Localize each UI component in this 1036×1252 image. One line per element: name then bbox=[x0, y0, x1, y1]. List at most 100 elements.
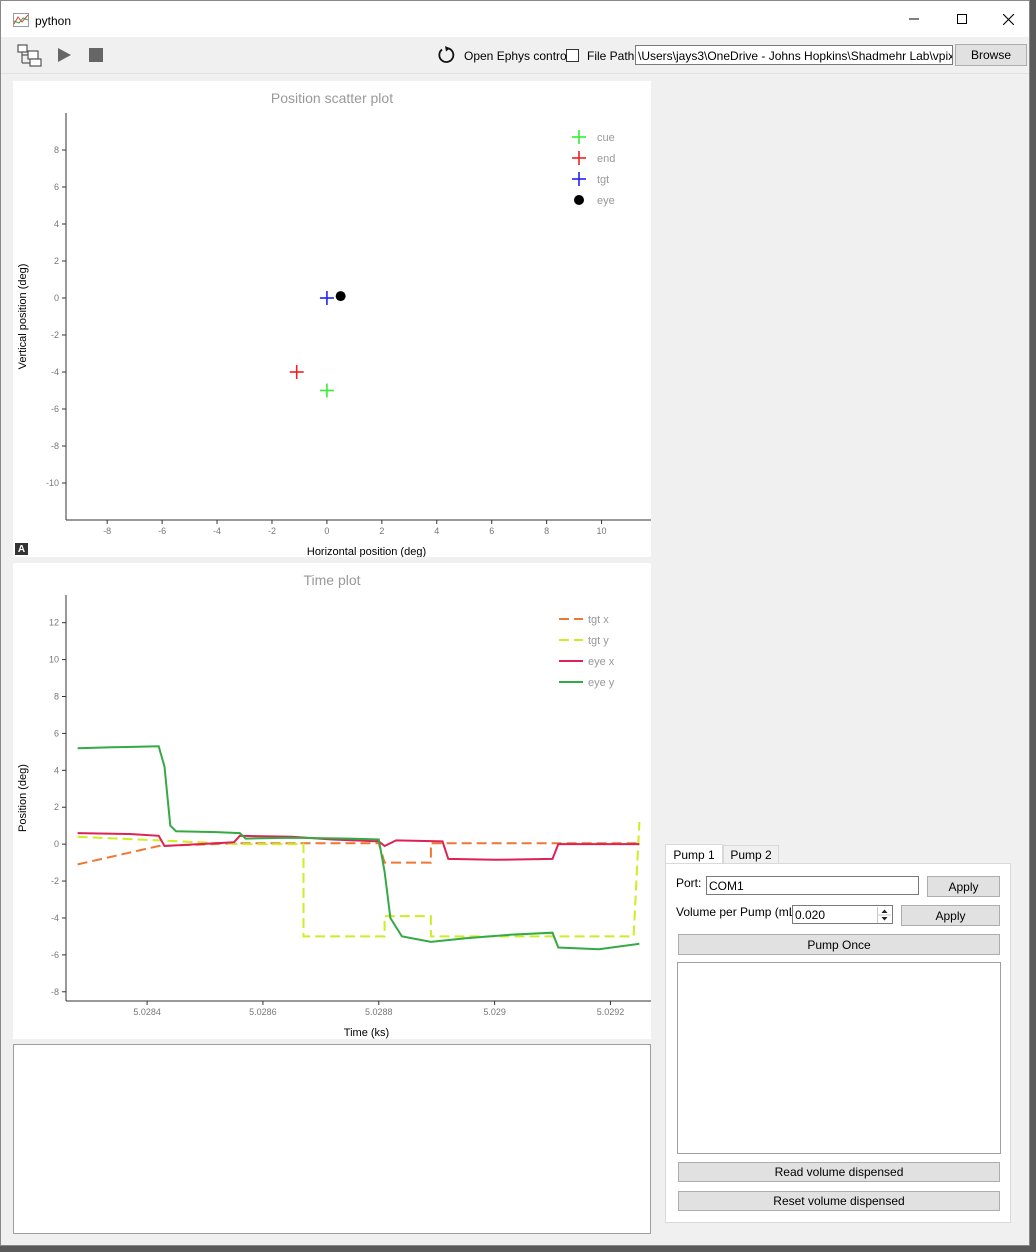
legend-label-tgt-x: tgt x bbox=[588, 614, 609, 626]
auto-range-button[interactable]: A bbox=[15, 543, 28, 555]
legend-label-end: end bbox=[597, 153, 615, 165]
spin-up-down-icon bbox=[878, 909, 891, 921]
minimize-button[interactable] bbox=[891, 1, 937, 37]
play-button[interactable] bbox=[51, 41, 77, 69]
time-plot[interactable]: Time plot 5.0284 5.0286 5.0288 5.029 5.0292 12… bbox=[13, 563, 651, 1039]
y-axis-label: Vertical position (deg) bbox=[17, 264, 29, 370]
close-icon bbox=[1002, 13, 1014, 25]
x-tick-label: 6 bbox=[489, 526, 494, 536]
read-volume-button[interactable]: Read volume dispensed bbox=[678, 1162, 1000, 1182]
y-axis-label: Position (deg) bbox=[17, 764, 29, 832]
port-apply-button[interactable]: Apply bbox=[927, 876, 1000, 897]
x-axis-label: Time (ks) bbox=[344, 1027, 389, 1039]
pump-1-pane: Port: COM1 Apply Volume per Pump (mL): 0… bbox=[665, 863, 1011, 1223]
legend-label-eye-x: eye x bbox=[588, 656, 615, 668]
y-tick-label: 2 bbox=[54, 802, 59, 812]
x-tick-label: 4 bbox=[434, 526, 439, 536]
x-tick-label: 5.0286 bbox=[249, 1007, 277, 1017]
pump-log-box[interactable] bbox=[677, 962, 1001, 1154]
x-tick-label: 0 bbox=[324, 526, 329, 536]
x-tick-label: 8 bbox=[544, 526, 549, 536]
x-tick-label: -2 bbox=[268, 526, 276, 536]
legend-swatch-eye bbox=[574, 195, 584, 205]
ephys-control-label: Open Ephys control: bbox=[464, 49, 573, 63]
volume-per-pump-spinbox[interactable]: 0.020 bbox=[792, 905, 893, 924]
time-plot-panel: Time plot 5.0284 5.0286 5.0288 5.029 5.0292 12… bbox=[13, 563, 651, 1039]
x-tick-label: -4 bbox=[213, 526, 221, 536]
console-log-box[interactable] bbox=[13, 1044, 651, 1234]
y-tick-label: 8 bbox=[54, 692, 59, 702]
legend-swatch-cue bbox=[572, 130, 586, 144]
scatter-plot[interactable]: Position scatter plot -8 -6 -4 -2 0 2 4 6 8 10 8 6 4 2… bbox=[13, 81, 651, 557]
tab-pump-1[interactable]: Pump 1 bbox=[665, 844, 723, 864]
y-tick-label: -6 bbox=[51, 404, 59, 414]
y-tick-label: -4 bbox=[51, 367, 59, 377]
y-tick-label: 8 bbox=[54, 145, 59, 155]
point-tgt bbox=[319, 291, 334, 305]
legend-swatch-tgt bbox=[572, 172, 586, 186]
volume-apply-button[interactable]: Apply bbox=[901, 905, 1000, 926]
point-cue bbox=[319, 383, 334, 398]
x-tick-label: 10 bbox=[597, 526, 607, 536]
x-tick-label: 2 bbox=[379, 526, 384, 536]
y-tick-label: -2 bbox=[51, 876, 59, 886]
x-tick-label: -8 bbox=[103, 526, 111, 536]
connect-button[interactable] bbox=[13, 41, 47, 69]
play-icon bbox=[58, 48, 71, 62]
y-tick-label: 2 bbox=[54, 256, 59, 266]
x-axis-label: Horizontal position (deg) bbox=[307, 546, 426, 557]
spin-arrows[interactable] bbox=[877, 907, 891, 923]
tab-pump-2[interactable]: Pump 2 bbox=[723, 845, 779, 865]
legend-label-cue: cue bbox=[597, 132, 615, 144]
refresh-button[interactable] bbox=[433, 41, 459, 69]
y-tick-label: -10 bbox=[46, 478, 59, 488]
y-tick-label: 0 bbox=[54, 839, 59, 849]
y-tick-label: -8 bbox=[51, 987, 59, 997]
ephys-control-checkbox[interactable] bbox=[566, 49, 579, 62]
x-tick-label: 5.0284 bbox=[133, 1007, 161, 1017]
close-button[interactable] bbox=[985, 1, 1031, 37]
toolbar: Open Ephys control: File Path: \Users\ja… bbox=[1, 37, 1029, 74]
volume-per-pump-label: Volume per Pump (mL): bbox=[676, 905, 803, 919]
y-tick-label: -4 bbox=[51, 913, 59, 923]
legend-swatch-end bbox=[572, 151, 586, 165]
point-eye bbox=[335, 291, 346, 302]
pump-tab-widget: Pump 1 Pump 2 Port: COM1 Apply Volume pe… bbox=[665, 844, 1011, 1224]
stop-button[interactable] bbox=[83, 41, 109, 69]
file-path-label: File Path: bbox=[587, 49, 638, 63]
x-tick-label: 5.0288 bbox=[365, 1007, 393, 1017]
plot-area bbox=[77, 745, 641, 951]
port-label: Port: bbox=[676, 876, 702, 890]
maximize-icon bbox=[957, 14, 967, 24]
y-tick-label: 0 bbox=[54, 293, 59, 303]
legend-label-tgt-y: tgt y bbox=[588, 635, 609, 647]
app-window: python Open Ephys control: File Path: \U… bbox=[0, 0, 1030, 1246]
port-input[interactable]: COM1 bbox=[706, 876, 919, 895]
refresh-icon bbox=[438, 46, 455, 63]
pump-once-button[interactable]: Pump Once bbox=[678, 934, 1000, 955]
stop-icon bbox=[89, 48, 103, 62]
x-tick-label: -6 bbox=[158, 526, 166, 536]
y-tick-label: 10 bbox=[49, 655, 59, 665]
y-tick-label: 6 bbox=[54, 728, 59, 738]
maximize-button[interactable] bbox=[939, 1, 985, 37]
plot-area bbox=[289, 291, 346, 398]
x-tick-label: 5.0292 bbox=[597, 1007, 625, 1017]
network-blocks-icon bbox=[17, 44, 42, 67]
file-path-input[interactable]: \Users\jays3\OneDrive - Johns Hopkins\Sh… bbox=[635, 45, 953, 65]
y-tick-label: 4 bbox=[54, 765, 59, 775]
y-tick-label: 12 bbox=[49, 618, 59, 628]
y-tick-label: -6 bbox=[51, 950, 59, 960]
volume-value: 0.020 bbox=[795, 908, 826, 922]
legend-label-tgt: tgt bbox=[597, 174, 609, 186]
x-tick-label: 5.029 bbox=[483, 1007, 506, 1017]
series-line-eye-y bbox=[77, 745, 640, 951]
reset-volume-button[interactable]: Reset volume dispensed bbox=[678, 1191, 1000, 1211]
window-title: python bbox=[35, 14, 72, 28]
title-bar: python bbox=[1, 1, 1029, 37]
point-end bbox=[289, 365, 304, 379]
browse-button[interactable]: Browse bbox=[955, 44, 1027, 66]
legend-label-eye: eye bbox=[597, 195, 615, 207]
chart-title: Time plot bbox=[303, 572, 360, 588]
chart-title: Position scatter plot bbox=[271, 90, 393, 106]
